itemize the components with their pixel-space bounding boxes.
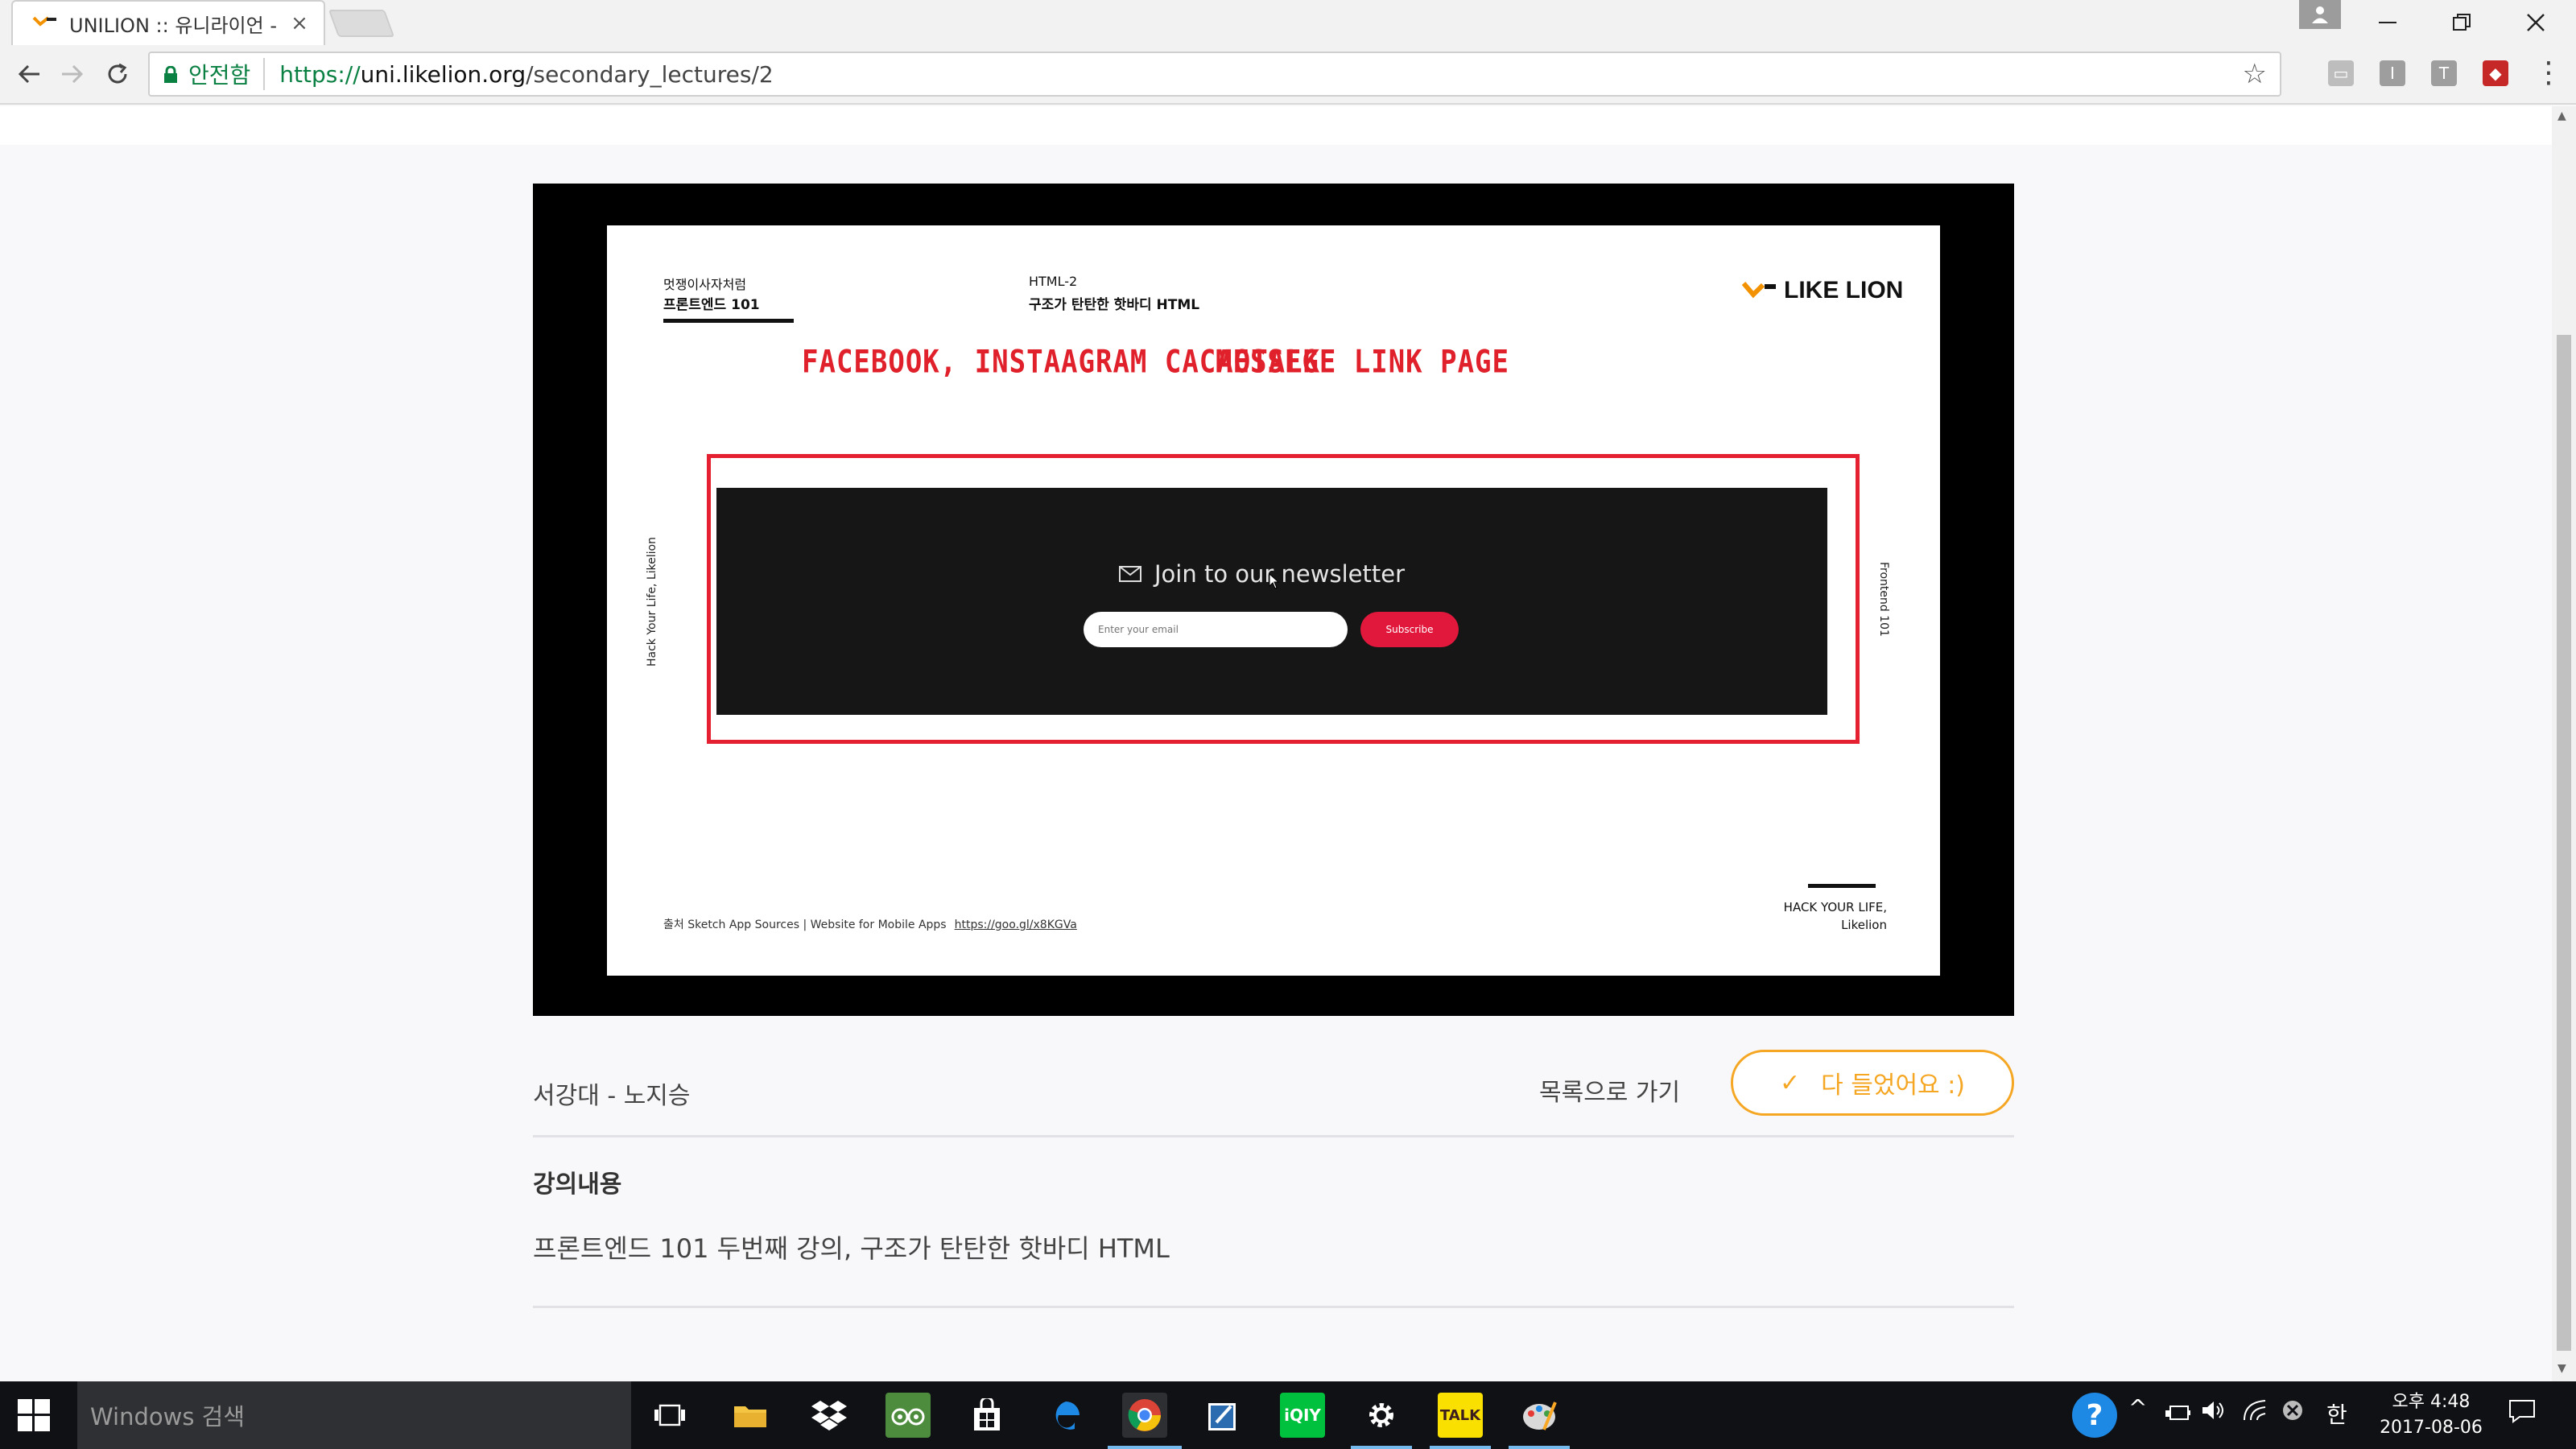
url-text: https://uni.likelion.org/secondary_lectu…: [279, 60, 774, 88]
help-icon[interactable]: ?: [2070, 1391, 2119, 1445]
likelion-logo-icon: [1742, 282, 1776, 299]
scroll-up-icon[interactable]: ▲: [2557, 109, 2566, 122]
page-scrollbar[interactable]: ▲ ▼: [2552, 106, 2576, 1381]
logo-text: LIKE LION: [1784, 277, 1904, 303]
tab-title: UNILION :: 유니라이언 -: [69, 14, 277, 37]
clock-time: 오후 4:48: [2392, 1392, 2471, 1412]
divider-bottom: [533, 1306, 2014, 1308]
dropbox-icon[interactable]: [807, 1393, 852, 1438]
divider-top: [533, 1135, 2014, 1137]
edit-app-icon[interactable]: [1201, 1393, 1246, 1438]
battery-icon[interactable]: [2165, 1401, 2191, 1427]
minimize-icon[interactable]: [2351, 0, 2425, 45]
address-bar[interactable]: 안전함 https://uni.likelion.org/secondary_l…: [148, 52, 2281, 97]
cast-icon[interactable]: ▭: [2328, 60, 2354, 86]
section-description: 프론트엔드 101 두번째 강의, 구조가 탄탄한 핫바디 HTML: [533, 1233, 1170, 1264]
slide-source: 출처 Sketch App Sources | Website for Mobi…: [663, 919, 1077, 931]
check-icon: ✓: [1779, 1068, 1801, 1097]
side-caption-right: Frontend 101: [1877, 562, 1890, 637]
restore-icon[interactable]: [2425, 0, 2499, 45]
action-center-icon[interactable]: [2508, 1399, 2536, 1429]
newsletter-heading: Join to our newsletter: [1119, 560, 1405, 588]
show-hidden-icons-icon[interactable]: ^: [2128, 1394, 2147, 1421]
volume-icon[interactable]: [2201, 1399, 2227, 1427]
ublock-shield-icon[interactable]: ◆: [2483, 60, 2508, 86]
settings-gear-icon[interactable]: [1359, 1393, 1404, 1438]
ime-indicator[interactable]: 한: [2326, 1397, 2347, 1430]
chrome-active-indicator: [1108, 1446, 1182, 1449]
windows-start-icon[interactable]: [18, 1399, 50, 1431]
windows-search-placeholder: Windows 검색: [90, 1403, 246, 1430]
page-viewport: 멋쟁이사자처럼 프론트엔드 101 HTML-2 구조가 탄탄한 핫바디 HTM…: [0, 106, 2552, 1381]
mouse-cursor-icon: [1269, 573, 1280, 589]
browser-tab[interactable]: UNILION :: 유니라이언 - ×: [11, 0, 325, 45]
extension-t-icon[interactable]: T: [2431, 60, 2457, 86]
course-title: 프론트엔드 101: [663, 297, 760, 313]
lecture-video-player[interactable]: 멋쟁이사자처럼 프론트엔드 101 HTML-2 구조가 탄탄한 핫바디 HTM…: [533, 184, 2014, 1016]
reload-icon[interactable]: [98, 55, 137, 93]
windows-taskbar: Windows 검색 iQIY TALK ? ^ 한 오후 4:48 2017-…: [0, 1381, 2576, 1449]
tripadvisor-icon[interactable]: [886, 1393, 931, 1438]
newsletter-section: Join to our newsletter Subscribe: [716, 488, 1827, 715]
lock-icon: [164, 65, 177, 83]
clock-date: 2017-08-06: [2380, 1418, 2483, 1438]
network-disconnected-icon[interactable]: [2281, 1399, 2304, 1427]
done-listening-button[interactable]: ✓ 다 들었어요 :): [1731, 1050, 2014, 1116]
annotation-headline-right: MESSEGE LINK PAGE: [1216, 344, 1509, 381]
subscribe-button[interactable]: Subscribe: [1360, 612, 1459, 647]
kakaotalk-active-indicator: [1430, 1446, 1491, 1449]
chrome-menu-icon[interactable]: ⋮: [2534, 56, 2563, 89]
envelope-icon: [1119, 566, 1141, 582]
scrollbar-thumb[interactable]: [2557, 335, 2571, 1351]
lecture-slide: 멋쟁이사자처럼 프론트엔드 101 HTML-2 구조가 탄탄한 핫바디 HTM…: [607, 225, 1940, 976]
scroll-down-icon[interactable]: ▼: [2557, 1362, 2566, 1375]
lecture-meta-row: 서강대 - 노지승 목록으로 가기 ✓ 다 들었어요 :): [533, 1048, 2014, 1209]
course-underline: [663, 319, 794, 323]
system-clock[interactable]: 오후 4:48 2017-08-06: [2375, 1389, 2487, 1441]
section-title: 강의내용: [533, 1170, 622, 1199]
site-header-strip: [0, 106, 2552, 145]
svg-text:?: ?: [2087, 1399, 2103, 1432]
back-arrow-icon[interactable]: [10, 55, 48, 93]
extension-i-icon[interactable]: I: [2380, 60, 2405, 86]
chrome-icon[interactable]: [1122, 1393, 1167, 1438]
security-label: 안전함: [188, 58, 266, 90]
close-window-icon[interactable]: [2499, 0, 2573, 45]
tab-close-icon[interactable]: ×: [288, 11, 311, 35]
likelion-logo: LIKE LION: [1742, 277, 1903, 304]
browser-toolbar: 안전함 https://uni.likelion.org/secondary_l…: [0, 45, 2576, 105]
kakaotalk-icon[interactable]: TALK: [1438, 1393, 1483, 1438]
course-subtitle: 멋쟁이사자처럼: [663, 277, 747, 292]
lecture-code: HTML-2: [1029, 274, 1078, 289]
settings-active-indicator: [1351, 1446, 1412, 1449]
profile-icon[interactable]: [2299, 0, 2341, 29]
forward-arrow-icon[interactable]: [53, 55, 92, 93]
task-view-icon[interactable]: [647, 1393, 692, 1438]
file-explorer-icon[interactable]: [728, 1393, 773, 1438]
done-button-label: 다 들었어요 :): [1821, 1071, 1966, 1100]
bookmark-star-icon[interactable]: ☆: [2243, 58, 2267, 90]
wifi-icon[interactable]: [2243, 1399, 2268, 1427]
hack-your-life-caption: HACK YOUR LIFE, Likelion: [1783, 900, 1887, 932]
likelion-favicon-icon: [32, 14, 58, 33]
windows-search-box[interactable]: Windows 검색: [77, 1381, 631, 1449]
lecture-author: 서강대 - 노지승: [533, 1082, 691, 1110]
store-icon[interactable]: [964, 1393, 1009, 1438]
paint-icon[interactable]: [1517, 1393, 1562, 1438]
side-caption-left: Hack Your Life, Likelion: [646, 537, 658, 667]
lecture-slide-title: 구조가 탄탄한 핫바디 HTML: [1029, 297, 1200, 313]
edge-icon[interactable]: [1043, 1393, 1088, 1438]
new-tab-button[interactable]: [328, 10, 395, 37]
hack-divider: [1808, 884, 1876, 888]
paint-active-indicator: [1509, 1446, 1570, 1449]
browser-titlebar: UNILION :: 유니라이언 - ×: [0, 0, 2576, 45]
back-to-list-link[interactable]: 목록으로 가기: [1539, 1072, 1680, 1108]
iqiyi-icon[interactable]: iQIY: [1280, 1393, 1325, 1438]
newsletter-email-input[interactable]: [1084, 612, 1348, 647]
